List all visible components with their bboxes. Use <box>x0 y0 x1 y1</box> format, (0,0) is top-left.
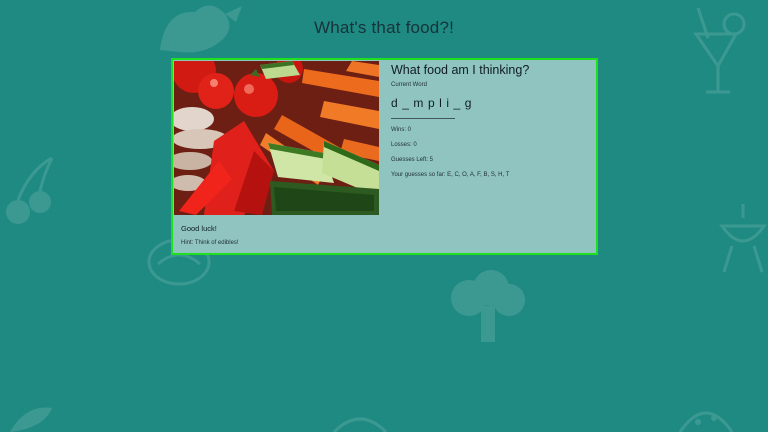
game-card: What food am I thinking? Current Word d … <box>171 58 598 255</box>
leaf-doodle-icon <box>10 407 52 432</box>
hint-text: Hint: Think of edibles! <box>181 240 239 246</box>
question-heading: What food am I thinking? <box>391 63 530 77</box>
current-word-label: Current Word <box>391 82 427 88</box>
word-divider <box>391 118 455 119</box>
good-luck-message: Good luck! <box>181 224 217 233</box>
grill-doodle-icon <box>719 204 767 273</box>
guesses-left-count: Guesses Left: 5 <box>391 157 434 163</box>
vegetables-photo <box>174 61 379 215</box>
broccoli-doodle-icon <box>451 270 525 342</box>
cherries-doodle-icon <box>6 156 54 224</box>
wins-count: Wins: 0 <box>391 127 412 133</box>
guesses-so-far: Your guesses so far: E, C, O, A, F, B, S… <box>391 172 510 178</box>
page-title: What's that food?! <box>313 18 455 37</box>
game-status-panel: What food am I thinking? Current Word d … <box>391 62 591 178</box>
cookie-doodle-icon <box>678 411 734 432</box>
current-word: d _ m p l i _ g <box>391 96 473 110</box>
losses-count: Losses: 0 <box>391 142 417 148</box>
bowl-bottom-doodle-icon <box>332 417 388 432</box>
message-panel: Good luck! Hint: Think of edibles! <box>181 224 239 246</box>
